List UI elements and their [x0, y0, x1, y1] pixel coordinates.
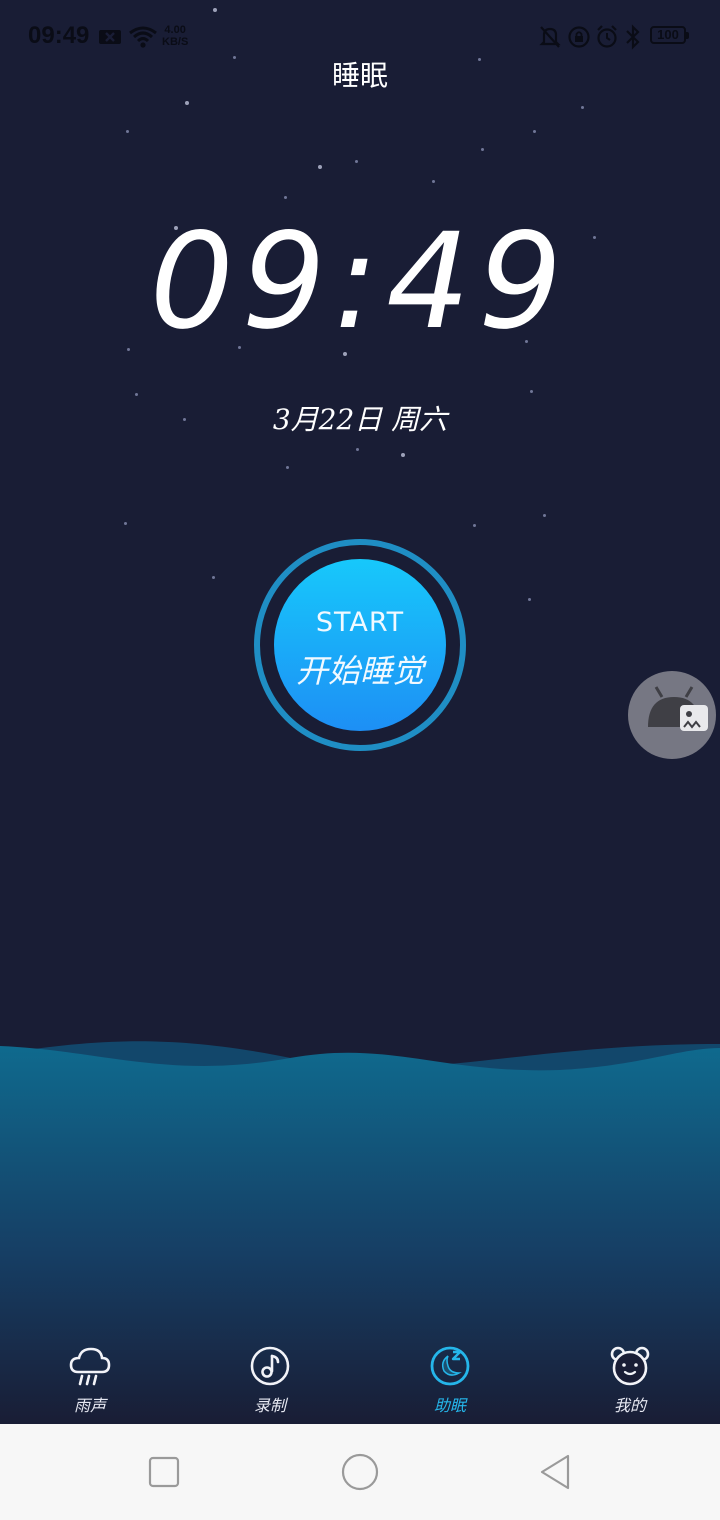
android-robot-icon: [648, 686, 708, 731]
moon-sleep-icon: [430, 1346, 470, 1386]
tab-record[interactable]: 录制: [210, 1332, 330, 1424]
mute-bell-icon: [539, 26, 561, 48]
clock-date: 3月22日 周六: [272, 403, 448, 436]
bottom-tab-bar: 雨声 录制 助眠 我的: [0, 1332, 720, 1424]
music-note-icon: [250, 1346, 290, 1386]
net-speed-value: 4.00: [164, 24, 186, 36]
star: [581, 106, 584, 109]
rain-cloud-icon: [69, 1347, 111, 1386]
star: [481, 148, 484, 151]
tab-sleep-aid[interactable]: 助眠: [390, 1332, 510, 1424]
back-triangle-icon[interactable]: [534, 1450, 578, 1494]
sim-x-icon: [99, 30, 121, 44]
tab-mine[interactable]: 我的: [570, 1332, 690, 1424]
wifi-icon: [129, 26, 157, 48]
star: [432, 180, 435, 183]
clock-time: 09:49: [149, 205, 571, 359]
start-label-en: START: [315, 607, 405, 638]
alarm-icon: [597, 25, 617, 48]
tab-label: 我的: [613, 1396, 646, 1415]
star: [355, 160, 358, 163]
star: [126, 130, 129, 133]
star: [135, 393, 138, 396]
tab-rain-sound[interactable]: 雨声: [30, 1332, 150, 1424]
bear-face-icon: [610, 1346, 650, 1386]
sleep-screen: 09:49 4.00 KB/S 100 睡眠 09:49 3月22日 周六 ST…: [0, 0, 720, 1424]
star: [318, 165, 322, 169]
system-navigation-bar: [0, 1424, 720, 1520]
status-time: 09:49: [28, 22, 90, 49]
star: [401, 453, 405, 457]
net-speed-unit: KB/S: [162, 36, 189, 48]
star: [356, 448, 359, 451]
tab-label: 录制: [253, 1396, 286, 1415]
page-title: 睡眠: [331, 59, 388, 92]
starfield-background: [0, 0, 720, 1040]
net-speed: 4.00 KB/S: [162, 24, 188, 48]
star: [473, 524, 476, 527]
star: [528, 598, 531, 601]
start-label-cn: 开始睡觉: [295, 652, 424, 690]
tab-label: 雨声: [73, 1396, 106, 1415]
start-sleep-button-core[interactable]: START 开始睡觉: [274, 559, 446, 731]
star: [185, 101, 189, 105]
recents-square-icon[interactable]: [142, 1450, 186, 1494]
home-circle-icon[interactable]: [338, 1450, 382, 1494]
star: [533, 130, 536, 133]
star: [212, 576, 215, 579]
star: [286, 466, 289, 469]
star: [530, 390, 533, 393]
bluetooth-icon: [626, 24, 640, 50]
battery-icon: 100: [650, 26, 689, 44]
start-sleep-button[interactable]: START 开始睡觉: [254, 539, 466, 751]
star: [284, 196, 287, 199]
star: [124, 522, 127, 525]
star: [543, 514, 546, 517]
lock-rotation-icon: [568, 26, 590, 48]
tab-label: 助眠: [433, 1396, 466, 1415]
floating-assistant-bubble[interactable]: [628, 671, 716, 759]
